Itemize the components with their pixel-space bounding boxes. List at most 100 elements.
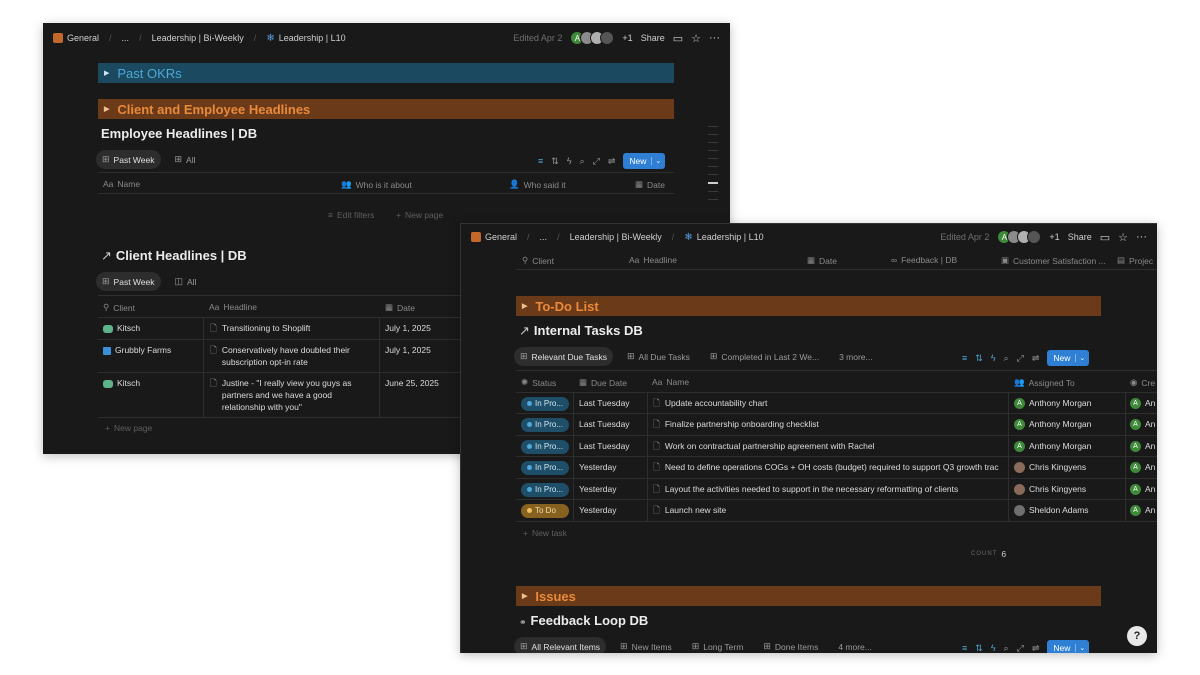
new-page-button[interactable]: + New page <box>105 423 152 433</box>
toggle-issues[interactable]: ▶ Issues <box>516 586 1101 606</box>
feedback-loop-title[interactable]: ⚭ Feedback Loop DB <box>519 613 648 628</box>
date-cell[interactable]: July 1, 2025 <box>385 344 431 356</box>
toggle-todo-list[interactable]: ▶ To-Do List <box>516 296 1101 316</box>
more-icon[interactable]: ··· <box>709 32 720 44</box>
star-icon[interactable]: ☆ <box>1118 231 1128 244</box>
tab-all-relevant[interactable]: ⊞ All Relevant Items <box>514 637 607 653</box>
assignee-cell[interactable]: Chris Kingyens <box>1014 483 1086 496</box>
breadcrumb-biweekly[interactable]: Leadership | Bi-Weekly <box>152 33 244 43</box>
breadcrumb-biweekly[interactable]: Leadership | Bi-Weekly <box>570 232 662 242</box>
chevron-down-icon[interactable]: ⌄ <box>1075 354 1085 362</box>
tab-all-due[interactable]: ⊞ All Due Tasks <box>621 347 696 366</box>
tab-all[interactable]: ◫ All <box>169 272 203 291</box>
column-header-client[interactable]: ⚲ Client <box>103 302 135 313</box>
column-header-date[interactable]: ▦ Date <box>807 255 837 266</box>
share-button[interactable]: Share <box>641 33 665 43</box>
new-task-button[interactable]: + New task <box>523 528 567 538</box>
creator-cell[interactable]: A An <box>1130 397 1155 410</box>
column-header-creator[interactable]: ◉ Cre <box>1130 377 1155 388</box>
new-button[interactable]: New ⌄ <box>1047 640 1090 653</box>
name-cell[interactable]: 🗋 Work on contractual partnership agreeme… <box>653 440 874 452</box>
count-summary[interactable]: COUNT 6 <box>971 549 1006 559</box>
share-button[interactable]: Share <box>1068 232 1092 242</box>
headline-cell[interactable]: 🗋 Justine - "I really view you guys as pa… <box>210 377 370 413</box>
new-button[interactable]: New ⌄ <box>1047 350 1090 366</box>
tab-past-week[interactable]: ⊞ Past Week <box>96 150 161 169</box>
breadcrumb-ellipsis[interactable]: ... <box>540 232 548 242</box>
column-header-feedback[interactable]: ∞ Feedback | DB <box>891 255 957 265</box>
help-button[interactable]: ? <box>1127 626 1147 646</box>
status-cell[interactable]: In Pro... <box>521 397 569 411</box>
tab-long-term[interactable]: ⊞ Long Term <box>686 637 750 653</box>
extra-collaborators-count[interactable]: +1 <box>622 33 632 43</box>
name-cell[interactable]: 🗋 Finalize partnership onboarding checkli… <box>653 418 819 430</box>
tab-past-week[interactable]: ⊞ Past Week <box>96 272 161 291</box>
assignee-cell[interactable]: Chris Kingyens <box>1014 461 1086 474</box>
tab-done-items[interactable]: ⊞ Done Items <box>757 637 824 653</box>
settings-icon[interactable]: ⇌ <box>1032 643 1040 654</box>
due-cell[interactable]: Last Tuesday <box>579 397 630 409</box>
comment-icon[interactable]: ▭ <box>1100 231 1110 244</box>
new-button[interactable]: New ⌄ <box>623 153 666 169</box>
due-cell[interactable]: Yesterday <box>579 483 617 495</box>
breadcrumb-l10[interactable]: Leadership | L10 <box>279 33 346 43</box>
assignee-cell[interactable]: A Anthony Morgan <box>1014 418 1091 431</box>
automation-icon[interactable]: ϟ <box>567 156 572 166</box>
headline-cell[interactable]: 🗋 Transitioning to Shoplift <box>210 322 310 334</box>
column-header-project[interactable]: ▤ Projec <box>1117 255 1153 266</box>
edit-filters-button[interactable]: ≡ Edit filters <box>328 210 374 220</box>
column-header-said[interactable]: 👤 Who said it <box>509 179 566 190</box>
star-icon[interactable]: ☆ <box>691 32 701 45</box>
chevron-down-icon[interactable]: ⌄ <box>651 157 661 165</box>
more-icon[interactable]: ··· <box>1136 231 1147 243</box>
employee-headlines-title[interactable]: Employee Headlines | DB <box>101 126 257 141</box>
client-cell[interactable]: Kitsch <box>103 322 140 334</box>
search-icon[interactable]: ⌕ <box>580 156 585 167</box>
date-cell[interactable]: July 1, 2025 <box>385 322 431 334</box>
column-header-client[interactable]: ⚲ Client <box>522 255 554 266</box>
assignee-cell[interactable]: A Anthony Morgan <box>1014 440 1091 453</box>
sort-icon[interactable]: ⇅ <box>551 156 559 167</box>
search-icon[interactable]: ⌕ <box>1004 643 1009 654</box>
date-cell[interactable]: June 25, 2025 <box>385 377 439 389</box>
new-page-button[interactable]: + New page <box>396 210 443 220</box>
column-header-due-date[interactable]: ▦ Due Date <box>579 377 627 388</box>
column-header-about[interactable]: 👥 Who is it about <box>341 179 412 190</box>
tab-all[interactable]: ⊞ All <box>169 150 202 169</box>
creator-cell[interactable]: A An <box>1130 418 1155 431</box>
status-cell[interactable]: In Pro... <box>521 483 569 497</box>
internal-tasks-title[interactable]: ↗ Internal Tasks DB <box>519 323 643 339</box>
due-cell[interactable]: Last Tuesday <box>579 418 630 430</box>
extra-collaborators-count[interactable]: +1 <box>1049 232 1059 242</box>
search-icon[interactable]: ⌕ <box>1004 353 1009 364</box>
filter-icon[interactable]: ≡ <box>962 353 967 363</box>
breadcrumb-l10[interactable]: Leadership | L10 <box>697 232 764 242</box>
client-cell[interactable]: Grubbly Farms <box>103 344 171 356</box>
collaborators[interactable]: A <box>997 230 1042 244</box>
status-cell[interactable]: In Pro... <box>521 461 569 475</box>
sort-icon[interactable]: ⇅ <box>975 353 983 364</box>
name-cell[interactable]: 🗋 Need to define operations COGs + OH cos… <box>653 461 1006 473</box>
status-cell[interactable]: In Pro... <box>521 418 569 432</box>
column-header-headline[interactable]: Aa Headline <box>629 255 677 265</box>
breadcrumb-ellipsis[interactable]: ... <box>122 33 130 43</box>
creator-cell[interactable]: A An <box>1130 461 1155 474</box>
client-cell[interactable]: Kitsch <box>103 377 140 389</box>
settings-icon[interactable]: ⇌ <box>608 156 616 167</box>
tab-more-views[interactable]: 3 more... <box>833 348 879 366</box>
tab-more-views[interactable]: 4 more... <box>832 638 878 654</box>
breadcrumb-general[interactable]: General <box>67 33 99 43</box>
sort-icon[interactable]: ⇅ <box>975 643 983 654</box>
column-header-status[interactable]: ✺ Status <box>521 377 556 388</box>
name-cell[interactable]: 🗋 Layout the activities needed to support… <box>653 483 1006 495</box>
column-header-date[interactable]: ▦ Date <box>635 179 665 190</box>
expand-icon[interactable]: ⤢ <box>593 156 600 167</box>
automation-icon[interactable]: ϟ <box>991 643 996 653</box>
comment-icon[interactable]: ▭ <box>673 32 683 45</box>
toggle-client-employee-headlines[interactable]: ▶ Client and Employee Headlines <box>98 99 674 119</box>
assignee-cell[interactable]: A Anthony Morgan <box>1014 397 1091 410</box>
filter-icon[interactable]: ≡ <box>538 156 543 166</box>
column-header-name[interactable]: Aa Name <box>652 377 689 387</box>
tab-completed[interactable]: ⊞ Completed in Last 2 We... <box>704 347 825 366</box>
column-header-assigned[interactable]: 👥 Assigned To <box>1014 377 1075 388</box>
